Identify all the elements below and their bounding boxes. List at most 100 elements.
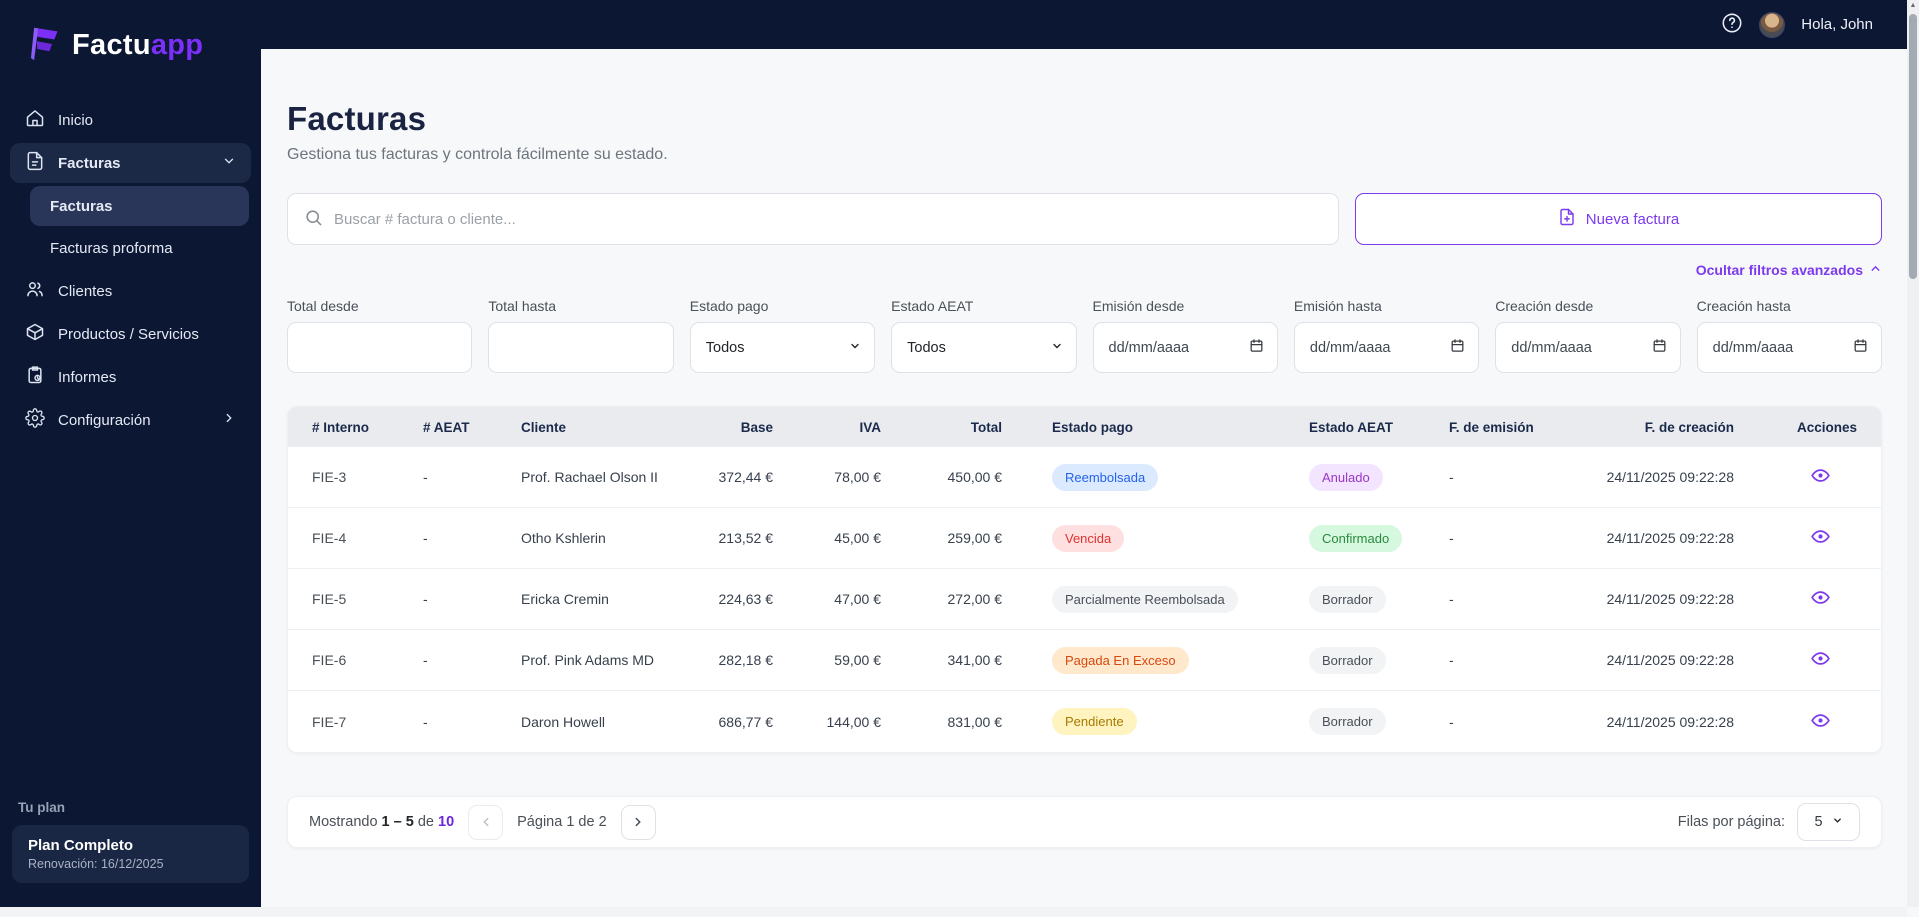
cell-estado-aeat: Borrador <box>1309 585 1449 613</box>
cell-estado-aeat: Borrador <box>1309 708 1449 735</box>
filter-estado-pago: Estado pago Todos <box>689 298 876 373</box>
cell-estado-pago: Reembolsada <box>1002 463 1309 491</box>
emision-hasta-input[interactable]: dd/mm/aaaa <box>1293 322 1480 373</box>
help-button[interactable] <box>1721 12 1743 37</box>
view-invoice-button[interactable] <box>1808 463 1833 491</box>
chevron-down-icon <box>1832 814 1843 830</box>
estado-aeat-badge: Borrador <box>1309 708 1386 735</box>
table-row[interactable]: FIE-4 - Otho Kshlerin 213,52 € 45,00 € 2… <box>288 508 1881 569</box>
plan-name: Plan Completo <box>28 837 134 854</box>
chevron-down-icon <box>222 154 236 172</box>
scroll-up-arrow[interactable]: ▲ <box>1907 2 1919 9</box>
cell-base: 224,63 € <box>718 591 774 607</box>
eye-icon <box>1810 591 1831 611</box>
estado-aeat-badge: Borrador <box>1309 646 1386 674</box>
cell-total: 259,00 € <box>947 530 1003 546</box>
cell-estado-aeat: Anulado <box>1309 463 1449 491</box>
table-row[interactable]: FIE-6 - Prof. Pink Adams MD 282,18 € 59,… <box>288 630 1881 691</box>
sidebar-item-productos[interactable]: Productos / Servicios <box>10 314 251 354</box>
cell-iva: 47,00 € <box>834 591 881 607</box>
estado-aeat-select[interactable]: Todos <box>891 322 1077 373</box>
cell-acciones <box>1734 585 1857 613</box>
cell-f-emision: - <box>1449 591 1454 607</box>
sidebar-item-facturas[interactable]: Facturas <box>10 143 251 183</box>
scrollbar-thumb[interactable] <box>1909 14 1917 279</box>
users-icon <box>25 279 45 303</box>
cell-aeat: - <box>423 530 428 546</box>
view-invoice-button[interactable] <box>1808 708 1833 736</box>
sidebar-item-clientes[interactable]: Clientes <box>10 271 251 311</box>
rows-per-page-select[interactable]: 5 <box>1797 803 1860 841</box>
sidebar-item-inicio[interactable]: Inicio <box>10 100 251 140</box>
cell-total: 450,00 € <box>947 469 1003 485</box>
horizontal-scrollbar[interactable] <box>0 907 1907 917</box>
eye-icon <box>1810 469 1831 489</box>
cell-f-creacion: 24/11/2025 09:22:28 <box>1606 652 1734 668</box>
cell-f-emision: - <box>1449 469 1454 485</box>
calendar-icon <box>1652 338 1667 357</box>
brand[interactable]: Factuapp <box>0 0 261 67</box>
search-input[interactable] <box>334 210 1322 228</box>
plan-title: Tu plan <box>18 800 65 815</box>
next-page-button[interactable] <box>620 804 656 840</box>
filter-creacion-desde: Creación desde dd/mm/aaaa <box>1495 298 1681 373</box>
estado-pago-badge: Pagada En Exceso <box>1052 646 1189 674</box>
table-body: FIE-3 - Prof. Rachael Olson II 372,44 € … <box>288 447 1881 752</box>
estado-pago-select[interactable]: Todos <box>689 322 876 373</box>
filter-emision-hasta: Emisión hasta dd/mm/aaaa <box>1293 298 1480 373</box>
filter-estado-aeat: Estado AEAT Todos <box>891 298 1077 373</box>
calendar-icon <box>1249 338 1264 357</box>
vertical-scrollbar[interactable]: ▲ <box>1907 0 1919 907</box>
hide-filters-link[interactable]: Ocultar filtros avanzados <box>1696 262 1882 278</box>
emision-desde-input[interactable]: dd/mm/aaaa <box>1092 322 1278 373</box>
chevron-right-icon <box>222 411 236 429</box>
plan-section: Tu plan Plan Completo Renovación: 16/12/… <box>0 800 261 907</box>
sidebar-item-configuracion[interactable]: Configuración <box>10 400 251 440</box>
total-hasta-input[interactable] <box>488 322 674 373</box>
filters-row: Total desde Total hasta Estado pago Todo… <box>287 298 1882 373</box>
filter-emision-desde: Emisión desde dd/mm/aaaa <box>1092 298 1278 373</box>
prev-page-button[interactable] <box>468 804 504 840</box>
view-invoice-button[interactable] <box>1808 585 1833 613</box>
brand-name: Factuapp <box>72 29 204 61</box>
cell-estado-aeat: Confirmado <box>1309 524 1449 552</box>
estado-aeat-badge: Anulado <box>1309 463 1383 491</box>
eye-icon <box>1810 713 1831 734</box>
table-row[interactable]: FIE-3 - Prof. Rachael Olson II 372,44 € … <box>288 447 1881 508</box>
total-desde-input[interactable] <box>287 322 473 373</box>
calendar-icon <box>1853 338 1868 357</box>
cell-f-creacion: 24/11/2025 09:22:28 <box>1606 591 1734 607</box>
filter-total-desde: Total desde <box>287 298 473 373</box>
cell-aeat: - <box>423 652 428 668</box>
sidebar-subitem-facturas-proforma[interactable]: Facturas proforma <box>30 228 249 268</box>
view-invoice-button[interactable] <box>1808 524 1833 552</box>
cell-acciones <box>1734 524 1857 552</box>
estado-pago-badge: Reembolsada <box>1052 463 1159 491</box>
cell-interno: FIE-3 <box>312 469 347 485</box>
cell-acciones <box>1734 708 1857 736</box>
box-icon <box>25 322 45 346</box>
table-row[interactable]: FIE-5 - Ericka Cremin 224,63 € 47,00 € 2… <box>288 569 1881 630</box>
creacion-hasta-input[interactable]: dd/mm/aaaa <box>1696 322 1882 373</box>
table-row[interactable]: FIE-7 - Daron Howell 686,77 € 144,00 € 8… <box>288 691 1881 752</box>
cell-f-emision: - <box>1449 530 1454 546</box>
cell-cliente: Ericka Cremin <box>521 591 609 607</box>
cell-cliente: Prof. Pink Adams MD <box>521 652 655 668</box>
view-invoice-button[interactable] <box>1808 646 1833 674</box>
cell-acciones <box>1734 463 1857 491</box>
sidebar-subitem-facturas[interactable]: Facturas <box>30 186 249 226</box>
cell-estado-aeat: Borrador <box>1309 646 1449 674</box>
new-invoice-button[interactable]: Nueva factura <box>1355 193 1882 245</box>
topbar: Hola, John <box>261 0 1919 49</box>
user-greeting: Hola, John <box>1801 16 1873 33</box>
cell-total: 341,00 € <box>947 652 1003 668</box>
invoices-table: # Interno # AEAT Cliente Base IVA Total … <box>287 406 1882 753</box>
plan-card[interactable]: Plan Completo Renovación: 16/12/2025 <box>12 825 249 883</box>
creacion-desde-input[interactable]: dd/mm/aaaa <box>1495 322 1681 373</box>
cell-iva: 45,00 € <box>834 530 881 546</box>
sidebar-item-informes[interactable]: Informes <box>10 357 251 397</box>
avatar[interactable] <box>1759 11 1786 38</box>
estado-aeat-badge: Confirmado <box>1309 524 1403 552</box>
sidebar-item-label: Productos / Servicios <box>58 325 199 343</box>
estado-pago-badge: Parcialmente Reembolsada <box>1052 585 1238 613</box>
